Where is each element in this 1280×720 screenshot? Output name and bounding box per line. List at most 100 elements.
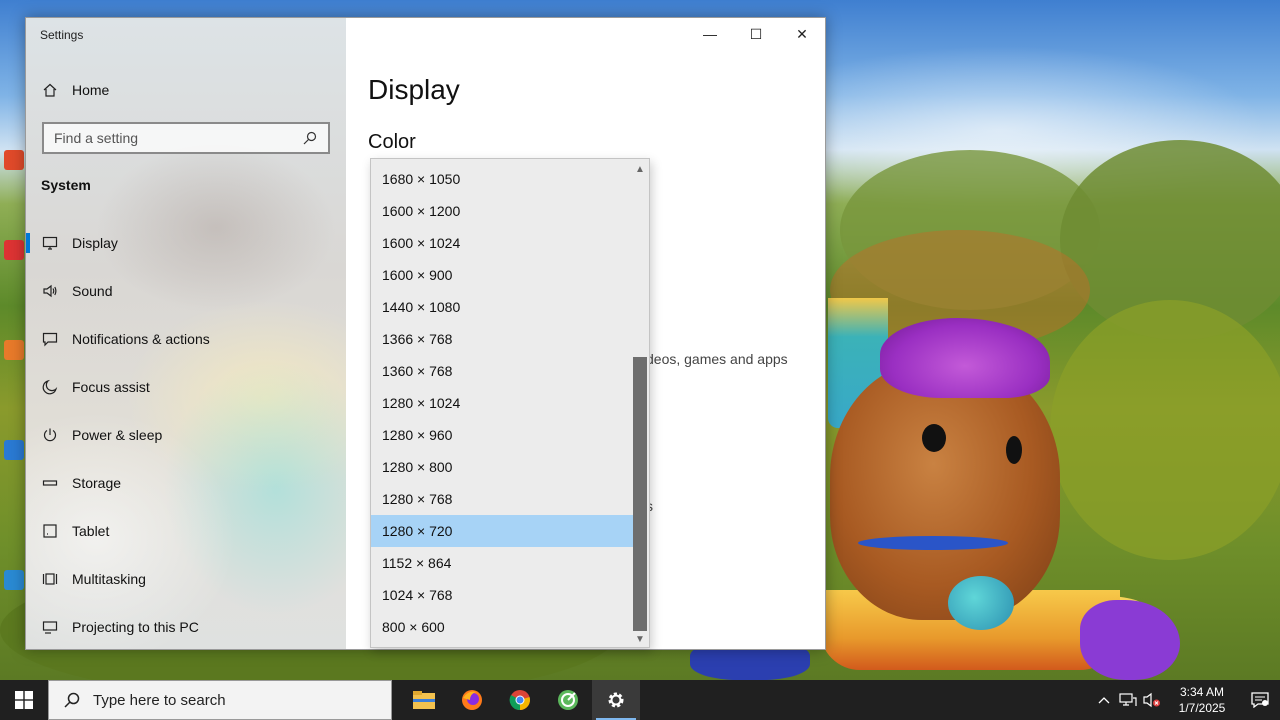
storage-icon (42, 475, 58, 491)
settings-sidebar: Settings Home System Display Sound (26, 18, 346, 649)
maximize-icon: ☐ (749, 25, 763, 42)
resolution-option[interactable]: 1366 × 768 (371, 323, 633, 355)
scroll-up-arrow-icon[interactable]: ▲ (631, 161, 649, 177)
close-icon: ✕ (796, 25, 808, 42)
sidebar-item-sound[interactable]: Sound (26, 267, 346, 315)
resolution-option[interactable]: 1600 × 1024 (371, 227, 633, 259)
window-controls: — ☐ ✕ (687, 18, 825, 50)
find-setting-search[interactable] (42, 122, 330, 154)
sidebar-item-tablet[interactable]: Tablet (26, 507, 346, 555)
sidebar-item-label: Notifications & actions (72, 331, 210, 347)
maximize-button[interactable]: ☐ (733, 18, 779, 50)
firefox-button[interactable] (448, 680, 496, 720)
foliage (1050, 300, 1280, 560)
desktop-icons (0, 10, 26, 620)
scrollbar-thumb[interactable] (633, 357, 647, 631)
clock-date: 1/7/2025 (1178, 701, 1226, 715)
moon-icon (42, 379, 58, 395)
minimize-button[interactable]: — (687, 18, 733, 50)
start-button[interactable] (0, 680, 48, 720)
window-title: Settings (40, 28, 84, 42)
resolution-dropdown-list[interactable]: 1680 × 1050 1600 × 1200 1600 × 1024 1600 × … (370, 158, 650, 648)
desktop-shortcut-icon[interactable] (4, 240, 24, 260)
sidebar-item-label: Tablet (72, 523, 110, 539)
resolution-option[interactable]: 1440 × 1080 (371, 291, 633, 323)
easter-egg (948, 576, 1014, 630)
guinea-pig (830, 360, 1060, 620)
resolution-option[interactable]: 1680 × 1050 (371, 163, 633, 195)
chrome-icon (509, 690, 530, 711)
resolution-option[interactable]: 1280 × 960 (371, 419, 633, 451)
volume-muted-icon[interactable] (1140, 680, 1164, 720)
file-explorer-icon (413, 691, 435, 709)
sidebar-item-label: Storage (72, 475, 122, 491)
guinea-pig-eye (1006, 436, 1022, 464)
resolution-option[interactable]: 800 × 600 (371, 611, 633, 643)
multitasking-icon (42, 571, 58, 587)
sidebar-item-multitasking[interactable]: Multitasking (26, 555, 346, 603)
message-icon (42, 331, 58, 347)
dropdown-scrollbar[interactable]: ▲ ▼ (631, 159, 649, 647)
taskbar-apps (400, 680, 640, 720)
sidebar-item-projecting[interactable]: Projecting to this PC (26, 603, 346, 651)
clean-master-button[interactable] (544, 680, 592, 720)
chevron-up-icon[interactable] (1092, 680, 1116, 720)
resolution-option[interactable]: 1024 × 768 (371, 579, 633, 611)
taskbar-search-placeholder: Type here to search (93, 691, 226, 709)
resolution-option[interactable]: 1280 × 800 (371, 451, 633, 483)
taskbar-clock[interactable]: 3:34 AM 1/7/2025 (1164, 684, 1240, 716)
sidebar-item-label: Focus assist (72, 379, 150, 395)
clean-master-icon (558, 690, 578, 710)
tablet-icon (42, 523, 58, 539)
purple-toy (1080, 600, 1180, 680)
page-title: Display (368, 74, 460, 105)
desktop-shortcut-icon[interactable] (4, 150, 24, 170)
clock-time: 3:34 AM (1179, 685, 1225, 699)
settings-gear-icon (608, 692, 624, 708)
desktop-shortcut-icon[interactable] (4, 340, 24, 360)
home-link[interactable]: Home (42, 82, 109, 98)
sidebar-item-display[interactable]: Display (26, 219, 346, 267)
home-icon (42, 82, 58, 98)
sidebar-item-label: Display (72, 235, 118, 251)
windows-logo-icon (15, 691, 33, 709)
resolution-option[interactable]: 1600 × 900 (371, 259, 633, 291)
resolution-option[interactable]: 1280 × 720 (371, 515, 633, 547)
close-button[interactable]: ✕ (779, 18, 825, 50)
search-icon[interactable] (302, 130, 318, 146)
sidebar-item-focus-assist[interactable]: Focus assist (26, 363, 346, 411)
chrome-button[interactable] (496, 680, 544, 720)
resolution-option[interactable]: 1280 × 1024 (371, 387, 633, 419)
sidebar-item-notifications[interactable]: Notifications & actions (26, 315, 346, 363)
resolution-option[interactable]: 1600 × 1200 (371, 195, 633, 227)
taskbar: Type here to search 3:34 AM 1/7/2025 (0, 680, 1280, 720)
resolution-options: 1680 × 1050 1600 × 1200 1600 × 1024 1600 × … (371, 163, 633, 643)
sidebar-item-power-sleep[interactable]: Power & sleep (26, 411, 346, 459)
notification-icon (1251, 692, 1269, 708)
taskbar-search[interactable]: Type here to search (48, 680, 392, 720)
resolution-option[interactable]: 1152 × 864 (371, 547, 633, 579)
network-icon[interactable] (1116, 680, 1140, 720)
home-label: Home (72, 82, 110, 98)
resolution-option[interactable]: 1360 × 768 (371, 355, 633, 387)
system-nav: Display Sound Notifications & actions Fo… (26, 219, 346, 651)
sidebar-item-storage[interactable]: Storage (26, 459, 346, 507)
power-icon (42, 427, 58, 443)
projector-icon (42, 619, 58, 635)
sidebar-item-label: Sound (72, 283, 113, 299)
settings-button[interactable] (592, 680, 640, 720)
file-explorer-button[interactable] (400, 680, 448, 720)
obscured-description: deos, games and apps (646, 351, 788, 367)
guinea-pig-eye (922, 424, 946, 452)
resolution-option[interactable]: 1280 × 768 (371, 483, 633, 515)
scroll-down-arrow-icon[interactable]: ▼ (631, 631, 649, 647)
system-tray: 3:34 AM 1/7/2025 (1092, 680, 1280, 720)
minimize-icon: — (703, 26, 717, 42)
desktop-shortcut-icon[interactable] (4, 440, 24, 460)
sidebar-item-label: Power & sleep (72, 427, 163, 443)
desktop-shortcut-icon[interactable] (4, 570, 24, 590)
speaker-icon (42, 283, 58, 299)
find-setting-input[interactable] (54, 130, 302, 146)
sidebar-item-label: Projecting to this PC (72, 619, 199, 635)
action-center-button[interactable] (1240, 680, 1280, 720)
